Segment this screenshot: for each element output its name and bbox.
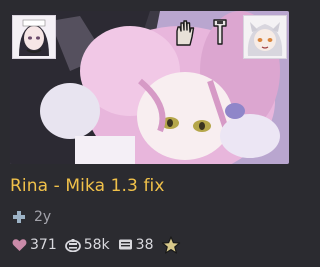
author-avatar-right [243,15,287,59]
star-icon[interactable] [161,236,181,254]
comments-count: 38 [135,237,154,253]
likes-stat: 371 [12,237,57,253]
mod-thumbnail[interactable] [10,11,289,164]
plus-icon [13,211,25,223]
mod-card[interactable]: Rina - Mika 1.3 fix 2y 371 58k 38 [0,0,299,267]
heart-icon [12,239,27,251]
downloads-stat: 58k [64,237,110,253]
author-avatar-left [12,15,56,59]
mod-meta-row: 2y [12,208,51,226]
comments-stat: 38 [118,237,154,253]
hand-icon [176,20,195,46]
wrench-icon [213,19,227,45]
character-avatar-icon [244,16,286,58]
comment-icon [118,239,132,250]
mod-age: 2y [34,209,52,225]
mod-stats-row: 371 58k 38 [12,236,189,254]
mod-title[interactable]: Rina - Mika 1.3 fix [10,176,165,196]
rating-stat[interactable] [161,236,181,254]
downloads-count: 58k [83,237,110,253]
character-avatar-icon [13,16,55,58]
likes-count: 371 [30,237,57,253]
download-icon [64,239,81,252]
